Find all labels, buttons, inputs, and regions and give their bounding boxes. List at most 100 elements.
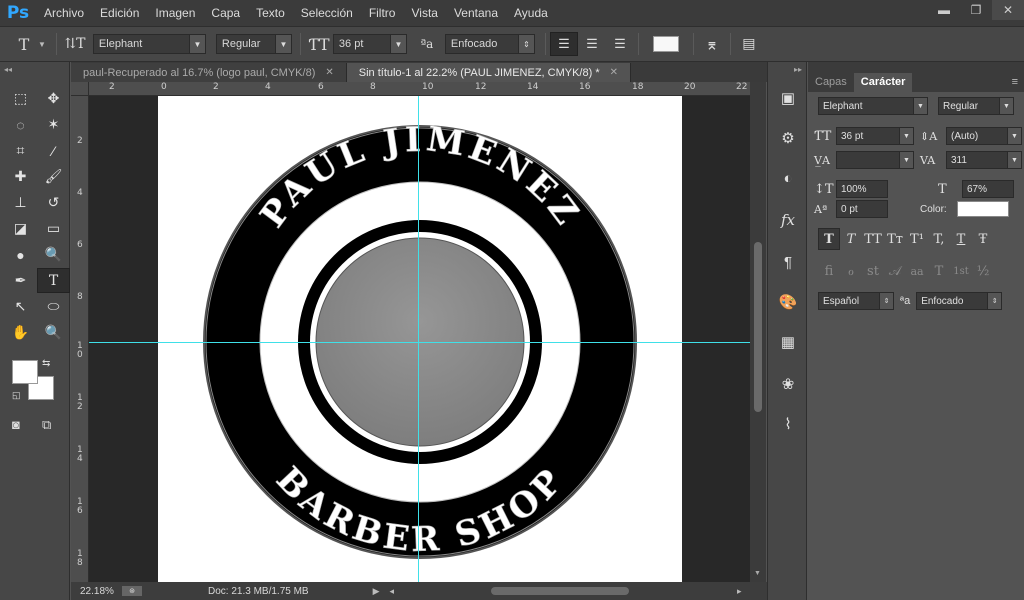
faux-bold-button[interactable]: T — [818, 228, 840, 250]
adjustments-icon[interactable]: ◐ — [776, 166, 800, 190]
gradient-tool-icon[interactable]: ▭ — [37, 216, 70, 241]
marquee-tool-icon[interactable]: ⬚ — [4, 86, 37, 111]
magic-wand-icon[interactable]: ✶ — [37, 112, 70, 137]
history-panel-icon[interactable]: ▣ — [776, 86, 800, 110]
status-arrow-icon[interactable]: ▶ — [373, 586, 380, 597]
tab-capas[interactable]: Capas — [808, 73, 854, 92]
stylistic-alternates-button[interactable]: aa — [906, 260, 928, 282]
brush-tool-icon[interactable]: 🖌 — [37, 164, 70, 189]
type-tool-preset-icon[interactable]: T — [10, 32, 38, 56]
panel-size-select[interactable]: 36 pt ▼ — [836, 127, 914, 145]
preset-arrow-icon[interactable]: ▼ — [38, 40, 46, 49]
expand-icon[interactable]: ▸▸ — [794, 65, 802, 74]
strikethrough-button[interactable]: Ŧ — [972, 228, 994, 250]
panel-antialias-select[interactable]: Enfocado ⇕ — [916, 292, 1003, 310]
fractions-button[interactable]: ½ — [972, 260, 994, 282]
grid-panel-icon[interactable]: ▦ — [776, 330, 800, 354]
screen-mode-icon[interactable]: ⧉ — [42, 417, 51, 433]
paths-icon[interactable]: ⌇ — [776, 412, 800, 436]
document-canvas[interactable]: PAUL JIMENEZ BARBER SHOP — [158, 96, 682, 582]
underline-button[interactable]: T — [950, 228, 972, 250]
eraser-tool-icon[interactable]: ◪ — [4, 216, 37, 241]
swatches-palette-icon[interactable]: 🎨 — [776, 290, 800, 314]
swap-colors-icon[interactable]: ⇆ — [42, 358, 50, 369]
pen-tool-icon[interactable]: ✒ — [4, 268, 37, 293]
blur-tool-icon[interactable]: ● — [4, 242, 37, 267]
ruler-top[interactable]: 2 0 2 4 6 8 10 12 14 16 18 20 22 — [89, 82, 750, 96]
horizontal-scroll-thumb[interactable] — [491, 587, 629, 595]
superscript-button[interactable]: T¹ — [906, 228, 928, 250]
move-tool-icon[interactable]: ✥ — [37, 86, 70, 111]
doc-size[interactable]: Doc: 21.3 MB/1.75 MB — [208, 586, 309, 597]
menu-ventana[interactable]: Ventana — [446, 0, 506, 26]
panel-leading-select[interactable]: (Auto) ▼ — [946, 127, 1022, 145]
zoom-tool-icon[interactable]: 🔍 — [37, 320, 70, 345]
language-select[interactable]: Español ⇕ — [818, 292, 894, 310]
tab-document-1[interactable]: paul-Recuperado al 16.7% (logo paul, CMY… — [71, 63, 347, 82]
font-family-select[interactable]: Elephant ▼ — [92, 34, 206, 54]
panel-font-family-select[interactable]: Elephant ▼ — [818, 97, 928, 115]
close-icon[interactable]: ✕ — [325, 67, 333, 78]
styles-fx-icon[interactable]: fx — [776, 208, 800, 232]
paragraph-icon[interactable]: ¶ — [776, 250, 800, 274]
healing-brush-icon[interactable]: ✚ — [4, 164, 37, 189]
history-brush-icon[interactable]: ↺ — [37, 190, 70, 215]
titling-button[interactable]: T — [928, 260, 950, 282]
menu-seleccion[interactable]: Selección — [293, 0, 361, 26]
channels-icon[interactable]: ❀ — [776, 372, 800, 396]
panel-color-swatch[interactable] — [956, 201, 1009, 217]
minimize-button[interactable]: ▬ — [928, 0, 960, 20]
quick-mask-icon[interactable]: ◙ — [12, 417, 20, 432]
barber-logo[interactable]: PAUL JIMENEZ BARBER SHOP — [158, 96, 682, 582]
canvas-area[interactable]: PAUL JIMENEZ BARBER SHOP — [89, 96, 750, 582]
menu-filtro[interactable]: Filtro — [361, 0, 404, 26]
small-caps-button[interactable]: Tт — [884, 228, 906, 250]
ordinals-button[interactable]: 1st — [950, 260, 972, 282]
crop-tool-icon[interactable]: ⌗ — [4, 138, 37, 163]
menu-texto[interactable]: Texto — [248, 0, 293, 26]
align-left-icon[interactable]: ☰ — [549, 32, 578, 56]
zoom-level[interactable]: 22.18% — [80, 586, 122, 597]
panel-font-style-select[interactable]: Regular ▼ — [938, 97, 1014, 115]
panel-tracking-select[interactable]: 311 ▼ — [946, 151, 1022, 169]
menu-vista[interactable]: Vista — [403, 0, 445, 26]
tab-document-2[interactable]: Sin título-1 al 22.2% (PAUL JIMENEZ, CMY… — [346, 63, 631, 82]
lasso-tool-icon[interactable]: ◌ — [4, 112, 37, 137]
panel-menu-icon[interactable]: ≡ — [1012, 73, 1018, 92]
text-color-swatch[interactable] — [652, 36, 679, 52]
font-size-select[interactable]: 36 pt ▼ — [332, 34, 407, 54]
default-colors-icon[interactable]: ◱ — [12, 390, 21, 401]
guide-horizontal[interactable] — [89, 342, 750, 343]
restore-button[interactable]: ❐ — [960, 0, 992, 20]
scroll-thumb[interactable] — [754, 242, 762, 412]
discretionary-ligatures-button[interactable]: st — [862, 260, 884, 282]
close-button[interactable]: ✕ — [992, 0, 1024, 20]
foreground-color[interactable] — [12, 360, 38, 384]
ligatures-button[interactable]: fi — [818, 260, 840, 282]
path-selection-icon[interactable]: ↖ — [4, 294, 37, 319]
dodge-tool-icon[interactable]: 🔍 — [37, 242, 70, 267]
eyedropper-icon[interactable]: ⁄ — [37, 138, 70, 163]
menu-capa[interactable]: Capa — [203, 0, 248, 26]
close-icon[interactable]: ✕ — [610, 67, 618, 78]
menu-edicion[interactable]: Edición — [92, 0, 147, 26]
align-right-icon[interactable]: ☰ — [606, 32, 634, 56]
faux-italic-button[interactable]: T — [840, 228, 862, 250]
ruler-left[interactable]: 2 4 6 8 1 0 1 2 1 4 1 6 1 8 — [71, 96, 89, 582]
scroll-left-icon[interactable]: ◂ — [390, 586, 395, 597]
subscript-button[interactable]: T, — [928, 228, 950, 250]
character-panel-icon[interactable]: ▤ — [735, 32, 763, 56]
toggle-orientation-icon[interactable]: ⇅T — [61, 32, 89, 56]
all-caps-button[interactable]: TT — [862, 228, 884, 250]
menu-imagen[interactable]: Imagen — [147, 0, 203, 26]
old-style-button[interactable]: ℴ — [840, 260, 862, 282]
type-tool-icon[interactable]: T — [37, 268, 70, 293]
scroll-down-icon[interactable]: ▼ — [754, 570, 761, 577]
antialias-select[interactable]: Enfocado ⇕ — [444, 34, 535, 54]
menu-archivo[interactable]: Archivo — [36, 0, 92, 26]
panel-kerning-select[interactable]: ▼ — [836, 151, 914, 169]
guide-vertical[interactable] — [418, 96, 419, 582]
share-icon[interactable]: ⊛ — [122, 586, 142, 596]
ruler-corner[interactable] — [71, 82, 89, 96]
ellipse-tool-icon[interactable]: ⬭ — [37, 294, 70, 319]
